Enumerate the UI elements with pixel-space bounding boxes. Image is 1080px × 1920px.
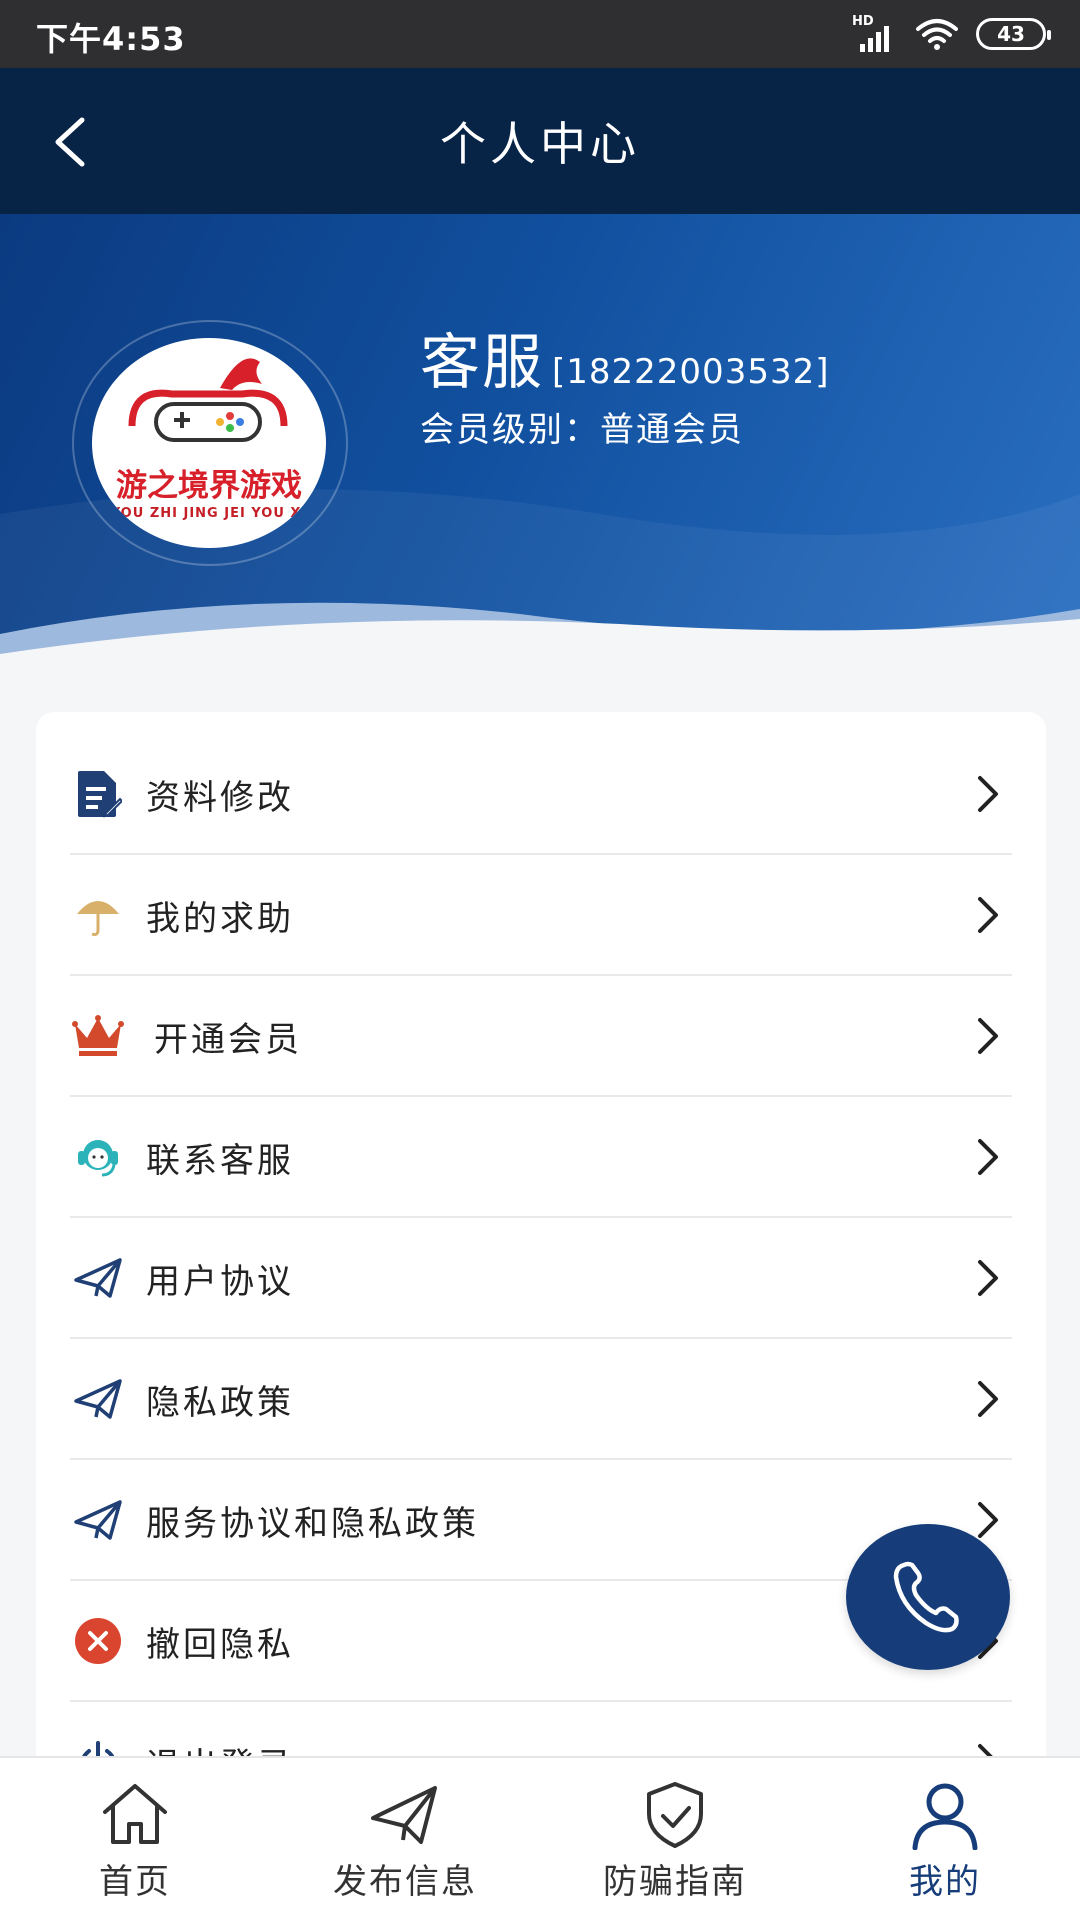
chevron-right-icon (978, 1260, 998, 1296)
chevron-right-icon (978, 1502, 998, 1538)
chevron-right-icon (978, 1018, 998, 1054)
menu-item-user-agreement[interactable]: 用户协议 (70, 1218, 1012, 1339)
tab-home[interactable]: 首页 (0, 1758, 270, 1920)
user-phone: [18222003532] (552, 352, 830, 392)
call-button[interactable] (846, 1524, 1010, 1670)
menu-item-label: 开通会员 (154, 1020, 302, 1060)
menu-item-edit-profile[interactable]: 资料修改 (70, 734, 1012, 855)
user-name-line: 客服 [18222003532] (420, 314, 829, 401)
paper-plane-icon (70, 1250, 126, 1306)
member-level: 会员级别：普通会员 (420, 410, 744, 450)
close-circle-icon (70, 1613, 126, 1669)
tab-label: 防骗指南 (603, 1862, 747, 1902)
user-name: 客服 (420, 328, 544, 398)
user-icon (912, 1783, 978, 1850)
menu-item-label: 联系客服 (146, 1141, 294, 1181)
customer-service-icon (70, 1129, 126, 1185)
avatar-logo-pinyin: YOU ZHI JING JEI YOU XI (110, 506, 308, 521)
menu-item-contact-service[interactable]: 联系客服 (70, 1097, 1012, 1218)
chevron-right-icon (978, 776, 998, 812)
tab-label: 我的 (909, 1862, 981, 1902)
edit-document-icon (70, 766, 126, 822)
chevron-right-icon (978, 897, 998, 933)
phone-icon (893, 1561, 959, 1633)
chevron-right-icon (978, 1381, 998, 1417)
menu-item-label: 资料修改 (146, 778, 294, 818)
status-icons: HD 43 (852, 14, 1051, 54)
status-time: 下午4:53 (36, 20, 186, 58)
tab-label: 发布信息 (333, 1862, 477, 1902)
menu-item-privacy-policy[interactable]: 隐私政策 (70, 1339, 1012, 1460)
menu-item-label: 撤回隐私 (146, 1625, 294, 1665)
crown-icon (70, 1008, 126, 1064)
bottom-tab-bar: 首页 发布信息 防骗指南 我的 (0, 1756, 1080, 1920)
page-title: 个人中心 (440, 117, 640, 171)
avatar-logo-text: 游之境界游戏 (116, 468, 302, 504)
shield-check-icon (647, 1782, 703, 1848)
wifi-icon (916, 19, 958, 50)
menu-item-label: 隐私政策 (146, 1383, 294, 1423)
paper-plane-icon (70, 1492, 126, 1548)
menu-item-open-membership[interactable]: 开通会员 (70, 976, 1012, 1097)
navigation-bar: 个人中心 (0, 68, 1080, 214)
chevron-right-icon (978, 1139, 998, 1175)
tab-mine[interactable]: 我的 (810, 1758, 1080, 1920)
menu-item-my-help[interactable]: 我的求助 (70, 855, 1012, 976)
cellular-signal-icon: HD (852, 14, 898, 52)
tab-label: 首页 (99, 1862, 171, 1902)
status-bar: 下午4:53 HD 43 (0, 0, 1080, 68)
profile-header: 游之境界游戏 YOU ZHI JING JEI YOU XI 客服 [182220… (0, 214, 1080, 674)
gamepad-logo-icon (128, 358, 288, 442)
umbrella-icon (70, 887, 126, 943)
tab-publish[interactable]: 发布信息 (270, 1758, 540, 1920)
paper-plane-icon (70, 1371, 126, 1427)
menu-item-label: 我的求助 (146, 899, 294, 939)
tab-anti-fraud-guide[interactable]: 防骗指南 (540, 1758, 810, 1920)
menu-item-label: 服务协议和隐私政策 (146, 1504, 479, 1544)
battery-indicator: 43 (976, 18, 1051, 50)
paper-plane-icon (371, 1786, 437, 1844)
home-icon (103, 1784, 167, 1844)
avatar[interactable]: 游之境界游戏 YOU ZHI JING JEI YOU XI (92, 338, 326, 548)
menu-item-label: 用户协议 (146, 1262, 294, 1302)
